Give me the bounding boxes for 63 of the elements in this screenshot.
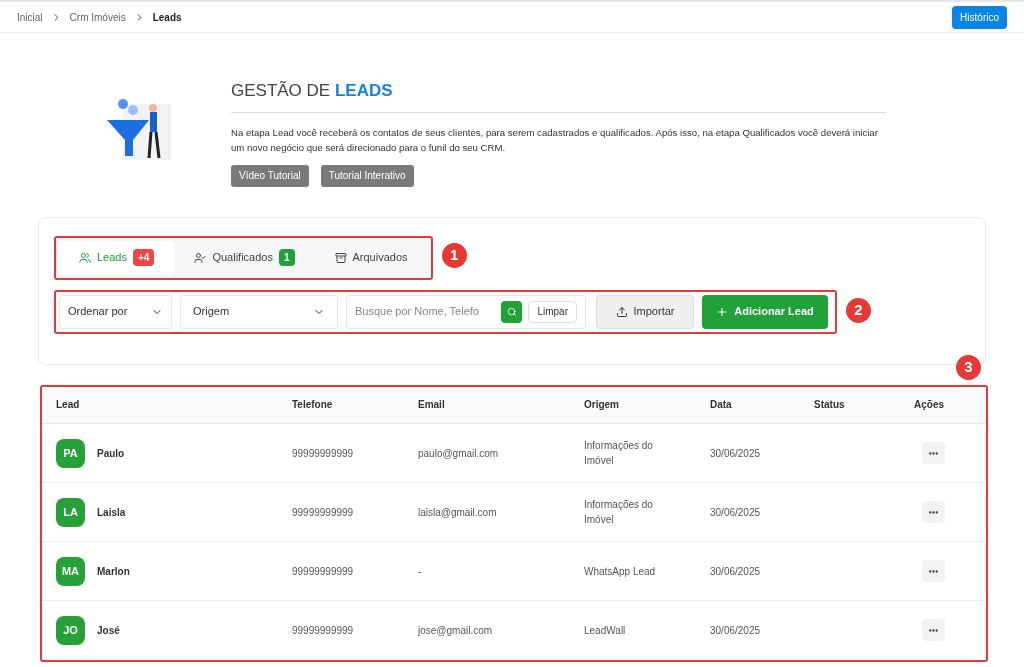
column-header: Email [418,386,584,424]
clear-button[interactable]: Limpar [528,300,577,323]
table-cell: 30/06/2025 [710,565,761,577]
annotation-number: 2 [846,297,871,323]
tab[interactable]: Arquivados [314,240,428,275]
table-cell: 99999999999 [292,447,354,459]
table-cell-text: WhatsApp Lead [584,564,657,579]
lead-name: Paulo [97,446,125,461]
history-button[interactable]: Histórico [952,5,1007,29]
page-title: GESTÃO DE LEADS [231,78,886,113]
avatar-initials: PA [56,438,85,468]
avatar-initials: JO [56,615,85,645]
description-text: Na etapa Lead você receberá os contatos de seus clientes, para serem cadastrados e qualificados. Após isso, na etapa Qualificados você deverá iniciar um novo negócio que será direcionado para o funil do seu CRM. [231,125,879,155]
upload-icon [615,305,628,318]
table-cell: 30/06/2025 [710,624,761,636]
actions-button[interactable] [922,619,945,642]
table-cell: 99999999999 [292,624,354,636]
table-cell: laisla@gmail.com [418,506,497,518]
table-cell: 30/06/2025 [710,447,761,459]
table-cell: - [418,565,422,577]
column-header: Ações [914,386,986,424]
origin-select[interactable]: Origem [180,294,338,329]
actions-button[interactable] [922,501,945,523]
import-button[interactable]: Importar [596,294,694,329]
tab-icon [334,251,347,264]
count-badge: 1 [278,249,295,266]
breadcrumb-link[interactable]: Inicial [17,9,43,25]
avatar-initials: MA [56,556,85,586]
table-cell-text: Informações do Imóvel [584,439,654,468]
tab-icon [79,251,91,264]
lead-name: José [97,623,120,638]
plus-icon [716,305,729,318]
lead-name: Laisla [97,505,126,520]
column-header: Status [814,386,914,424]
table-cell: jose@gmail.com [418,624,493,636]
tab-icon [194,251,207,264]
breadcrumb-link[interactable]: Crm Imóveis [69,9,126,25]
annotation-number: 3 [956,354,981,380]
table-cell: 30/06/2025 [710,506,761,518]
actions-button[interactable] [922,442,945,464]
table-cell: paulo@gmail.com [418,447,499,459]
tab[interactable]: Leads +4 [59,240,175,275]
search-button[interactable] [501,300,523,323]
column-header: Data [710,386,814,424]
table-cell: 99999999999 [292,506,354,518]
lead-name: Marlon [97,564,130,579]
tutorial-button[interactable]: Vídeo Tutorial [231,164,309,187]
tutorial-button[interactable]: Tutorial Interativo [320,164,414,187]
search-icon [506,306,517,317]
column-header: Origem [584,386,710,424]
breadcrumb-link[interactable]: Leads [152,9,182,25]
table-cell: 99999999999 [292,565,354,577]
actions-button[interactable] [922,560,945,582]
column-header: Lead [42,386,292,424]
search-field[interactable]: Busque por Nome, Telefo Limpar [346,294,586,329]
count-badge: +4 [133,249,155,266]
column-header: Telefone [292,386,418,424]
sort-select[interactable]: Ordenar por [59,294,172,329]
table-cell-text: LeadWall [584,623,627,638]
tab[interactable]: Qualificados 1 [174,240,315,275]
annotation-number: 1 [441,242,467,268]
table-cell-text: Informações do Imóvel [584,498,654,527]
avatar-initials: LA [56,497,85,527]
